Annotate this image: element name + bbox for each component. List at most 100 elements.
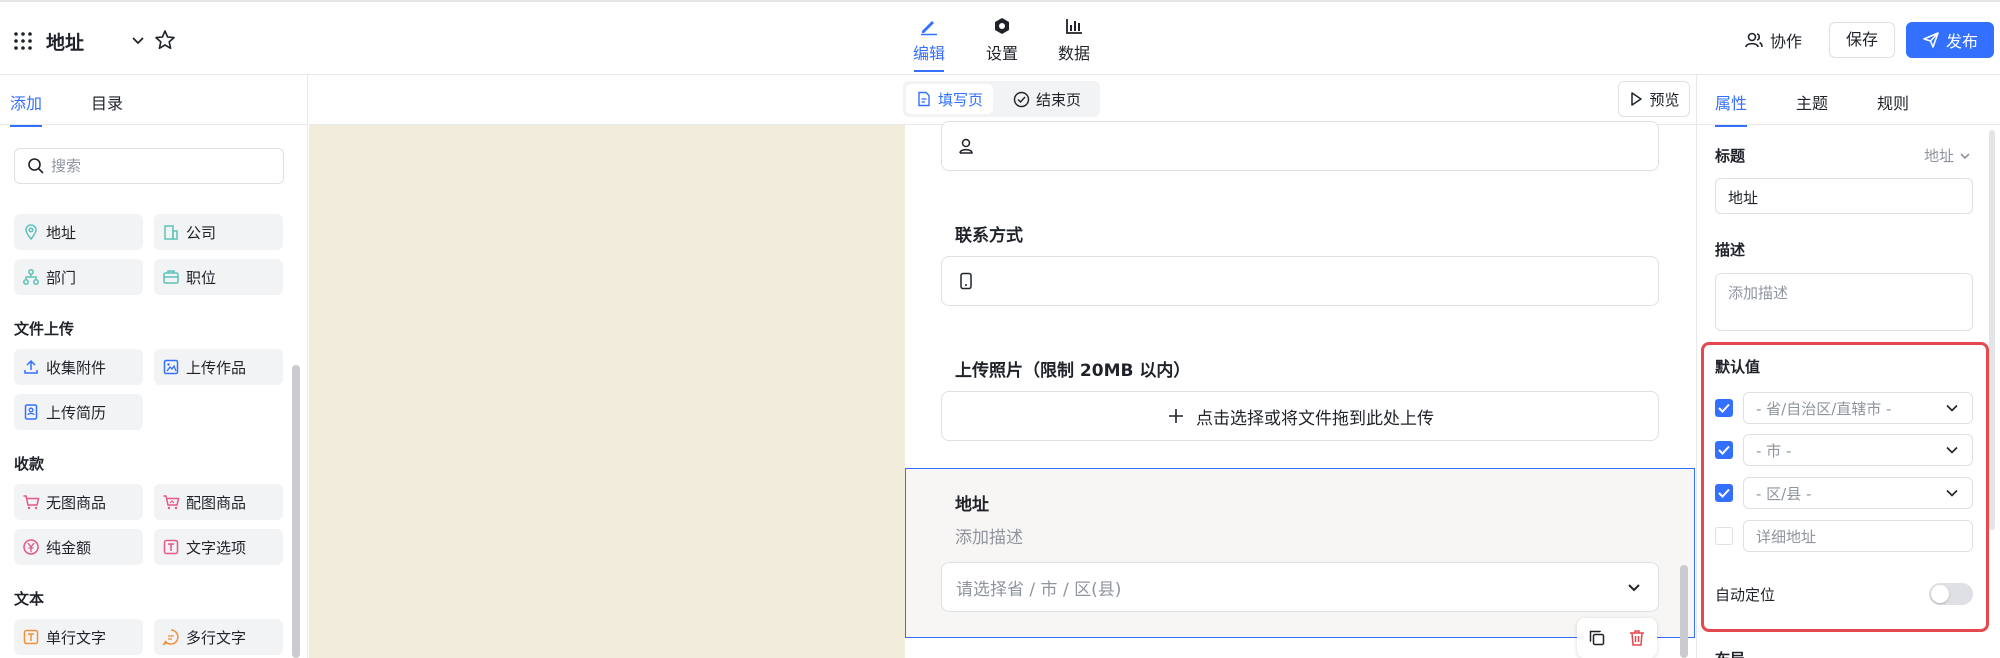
- tab-edit[interactable]: 编辑: [899, 16, 959, 72]
- end-page-label: 结束页: [1036, 90, 1082, 109]
- component-label: 上传作品: [186, 358, 247, 377]
- search-box[interactable]: [14, 148, 284, 184]
- users-icon: [1745, 32, 1763, 48]
- active-tab-indicator: [10, 125, 43, 127]
- component-label: 职位: [186, 268, 217, 287]
- chevron-down-icon[interactable]: [130, 32, 146, 48]
- right-scrollbar[interactable]: [1989, 130, 1995, 530]
- plus-icon: [1169, 409, 1183, 423]
- active-tab-indicator: [1715, 125, 1748, 127]
- collaborate-button[interactable]: 协作: [1744, 28, 1802, 52]
- resume-icon: [24, 404, 38, 420]
- fill-page-tab[interactable]: 填写页: [906, 84, 994, 114]
- component-collect-attachment[interactable]: 收集附件: [14, 349, 143, 385]
- contact-field-title[interactable]: 联系方式: [955, 221, 1023, 246]
- component-label: 配图商品: [186, 493, 247, 512]
- left-panel: 添加 目录 地址 公司 部门 职位 文件上传 收集附件 上传作品 上传简历: [0, 75, 308, 658]
- search-input[interactable]: [51, 157, 271, 175]
- left-scrollbar[interactable]: [292, 365, 300, 658]
- form-title[interactable]: 地址: [46, 28, 84, 55]
- address-select-placeholder: 请选择省 / 市 / 区(县): [956, 579, 1122, 600]
- tab-rules[interactable]: 规则: [1877, 90, 1909, 114]
- component-upload-work[interactable]: 上传作品: [154, 349, 283, 385]
- auto-locate-toggle[interactable]: [1929, 583, 1973, 605]
- hexagon-settings-icon: [995, 18, 1009, 34]
- check-icon: [1718, 403, 1730, 413]
- city-select[interactable]: - 市 -: [1743, 434, 1973, 466]
- star-icon[interactable]: [154, 29, 176, 51]
- province-checkbox[interactable]: [1715, 399, 1733, 417]
- upload-icon: [24, 359, 38, 374]
- district-checkbox[interactable]: [1715, 484, 1733, 502]
- pen-icon: [921, 21, 937, 36]
- component-label: 文字选项: [186, 538, 247, 557]
- preview-button[interactable]: 预览: [1618, 81, 1690, 117]
- component-label: 部门: [46, 268, 77, 287]
- component-address[interactable]: 地址: [14, 214, 143, 250]
- component-label: 收集附件: [46, 358, 107, 377]
- canvas-scrollbar[interactable]: [1680, 565, 1688, 658]
- search-icon: [28, 158, 44, 174]
- component-department[interactable]: 部门: [14, 259, 143, 295]
- copy-icon[interactable]: [1587, 628, 1607, 648]
- component-product-with-image[interactable]: 配图商品: [154, 484, 283, 520]
- right-tabs: 属性 主题 规则: [1697, 75, 2000, 127]
- component-label: 纯金额: [46, 538, 92, 557]
- contact-input[interactable]: [941, 256, 1659, 306]
- detail-address-placeholder: 详细地址: [1756, 527, 1817, 546]
- description-label: 描述: [1715, 241, 1746, 259]
- active-tab-indicator: [914, 70, 944, 72]
- province-select[interactable]: - 省/自治区/直辖市 -: [1743, 392, 1973, 424]
- tab-settings[interactable]: 设置: [972, 16, 1032, 64]
- component-single-line-text[interactable]: 单行文字: [14, 619, 143, 655]
- app-grid-icon[interactable]: [14, 32, 32, 50]
- component-label: 单行文字: [46, 628, 107, 647]
- end-page-tab[interactable]: 结束页: [1003, 84, 1091, 114]
- org-chart-icon: [23, 269, 39, 285]
- component-company[interactable]: 公司: [154, 214, 283, 250]
- field-type-selector[interactable]: 地址: [1924, 145, 1972, 166]
- tab-data[interactable]: 数据: [1044, 16, 1104, 64]
- page-switcher: 填写页 结束页: [903, 81, 1100, 117]
- name-input[interactable]: [941, 121, 1659, 171]
- layout-section-label: 布局: [1715, 648, 1745, 658]
- component-product-no-image[interactable]: 无图商品: [14, 484, 143, 520]
- address-select[interactable]: 请选择省 / 市 / 区(县): [941, 562, 1659, 612]
- publish-label: 发布: [1945, 32, 1978, 51]
- chevron-down-icon: [1946, 446, 1958, 454]
- right-panel: 属性 主题 规则 标题 地址 地址 描述 添加描述 默认值 - 省/自治区/直辖…: [1696, 75, 2000, 658]
- title-input[interactable]: 地址: [1715, 178, 1973, 214]
- address-field-title[interactable]: 地址: [955, 490, 989, 515]
- trash-icon[interactable]: [1627, 628, 1647, 648]
- address-field-description[interactable]: 添加描述: [955, 523, 1023, 548]
- tab-rules-label: 规则: [1877, 94, 1910, 113]
- city-placeholder: - 市 -: [1756, 441, 1792, 460]
- play-icon: [1631, 92, 1643, 106]
- title-label: 标题: [1715, 147, 1746, 165]
- component-amount-only[interactable]: 纯金额: [14, 529, 143, 565]
- tab-catalog[interactable]: 目录: [91, 90, 123, 114]
- chevron-down-icon: [1960, 152, 1970, 159]
- publish-button[interactable]: 发布: [1906, 22, 1994, 58]
- component-multi-line-text[interactable]: 多行文字: [154, 619, 283, 655]
- address-field-card[interactable]: [905, 468, 1695, 638]
- upload-dropzone[interactable]: 点击选择或将文件拖到此处上传: [941, 391, 1659, 441]
- tab-theme[interactable]: 主题: [1796, 90, 1828, 114]
- component-text-option[interactable]: 文字选项: [154, 529, 283, 565]
- text-option-icon: [163, 539, 179, 555]
- detail-address-input[interactable]: 详细地址: [1743, 520, 1973, 552]
- save-button[interactable]: 保存: [1829, 22, 1895, 58]
- check-icon: [1718, 488, 1730, 498]
- single-line-text-icon: [23, 629, 39, 645]
- component-position[interactable]: 职位: [154, 259, 283, 295]
- detail-address-checkbox[interactable]: [1715, 527, 1733, 545]
- upload-field-title[interactable]: 上传照片（限制 20MB 以内）: [955, 356, 1190, 381]
- tab-properties[interactable]: 属性: [1715, 90, 1748, 127]
- province-placeholder: - 省/自治区/直辖市 -: [1756, 399, 1892, 418]
- canvas-toolbar: 填写页 结束页 预览: [309, 75, 1696, 125]
- district-select[interactable]: - 区/县 -: [1743, 477, 1973, 509]
- description-input[interactable]: 添加描述: [1715, 273, 1973, 331]
- tab-add[interactable]: 添加: [10, 90, 43, 127]
- component-upload-resume[interactable]: 上传简历: [14, 394, 143, 430]
- city-checkbox[interactable]: [1715, 441, 1733, 459]
